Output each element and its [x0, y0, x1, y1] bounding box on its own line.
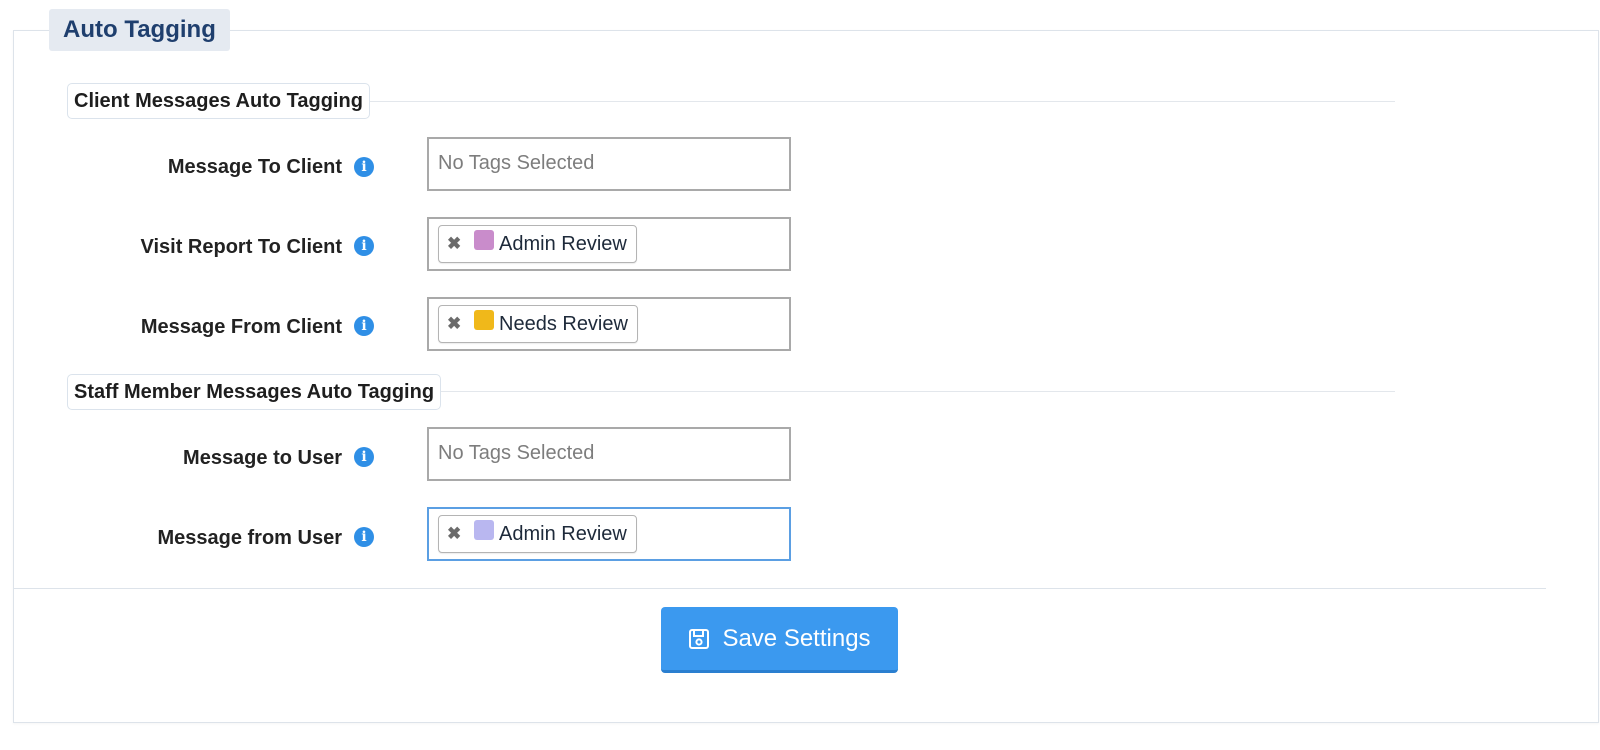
info-icon[interactable]: i [354, 447, 374, 467]
tag-color-swatch [474, 230, 494, 250]
label-visit-report-to-client: Visit Report To Client [140, 236, 343, 258]
tag-chip: ✖ Admin Review [438, 225, 637, 263]
save-settings-label: Save Settings [722, 624, 871, 652]
tag-color-swatch [474, 520, 494, 540]
remove-tag-icon[interactable]: ✖ [447, 524, 461, 544]
section-title-staff: Staff Member Messages Auto Tagging [67, 374, 442, 410]
tag-label: Needs Review [499, 312, 628, 335]
tag-chip: ✖ Admin Review [438, 515, 637, 553]
label-message-to-client: Message To Client [167, 156, 342, 178]
floppy-disk-icon [688, 628, 710, 650]
tag-label: Admin Review [499, 522, 627, 545]
save-settings-button[interactable]: Save Settings [661, 607, 898, 673]
tag-label: Admin Review [499, 232, 627, 255]
message-from-client-tag-input[interactable]: ✖ Needs Review [427, 297, 791, 351]
message-to-user-tag-input[interactable]: No Tags Selected [427, 427, 791, 481]
tag-input-placeholder: No Tags Selected [438, 152, 595, 174]
footer-divider [13, 588, 1546, 589]
info-icon[interactable]: i [354, 236, 374, 256]
visit-report-to-client-tag-input[interactable]: ✖ Admin Review [427, 217, 791, 271]
tag-chip: ✖ Needs Review [438, 305, 638, 343]
section-title-client: Client Messages Auto Tagging [67, 83, 370, 119]
tag-input-placeholder: No Tags Selected [438, 442, 595, 464]
remove-tag-icon[interactable]: ✖ [447, 234, 461, 254]
label-message-from-client: Message From Client [140, 316, 342, 338]
info-icon[interactable]: i [354, 316, 374, 336]
panel-title: Auto Tagging [49, 9, 230, 51]
message-from-user-tag-input[interactable]: ✖ Admin Review [427, 507, 791, 561]
info-icon[interactable]: i [354, 527, 374, 547]
label-message-to-user: Message to User [183, 447, 342, 469]
remove-tag-icon[interactable]: ✖ [447, 314, 461, 334]
info-icon[interactable]: i [354, 157, 374, 177]
message-to-client-tag-input[interactable]: No Tags Selected [427, 137, 791, 191]
label-message-from-user: Message from User [157, 527, 342, 549]
tag-color-swatch [474, 310, 494, 330]
